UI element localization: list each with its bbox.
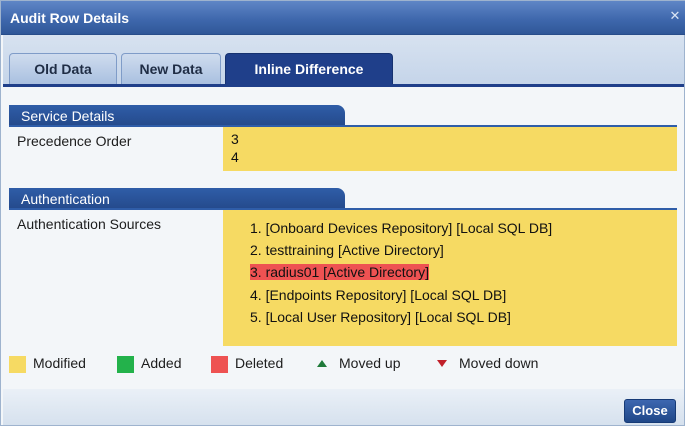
deleted-swatch [211,356,228,373]
moved-up-arrow-icon [317,360,327,367]
diff-legend: Modified Added Deleted Moved up Moved do… [9,353,609,375]
deleted-highlight: 3. radius01 [Active Directory] [250,264,429,280]
dialog-title: Audit Row Details [10,10,130,26]
moved-down-arrow-icon [437,360,447,367]
legend-added-label: Added [141,355,182,371]
auth-source-item: 5. [Local User Repository] [Local SQL DB… [250,309,511,325]
tab-new-data[interactable]: New Data [121,53,221,84]
precedence-order-value: 3 4 [223,127,677,171]
dialog-footer: Close [3,389,684,425]
legend-moved-up-label: Moved up [339,355,401,371]
modified-swatch [9,356,26,373]
legend-moved-down-label: Moved down [459,355,539,371]
tab-old-data[interactable]: Old Data [9,53,117,84]
auth-source-item: 4. [Endpoints Repository] [Local SQL DB] [250,287,507,303]
auth-source-item: 1. [Onboard Devices Repository] [Local S… [250,220,553,236]
legend-modified-label: Modified [33,355,86,371]
precedence-order-label: Precedence Order [17,133,132,149]
close-icon[interactable]: ✕ [668,9,682,25]
service-details-header: Service Details [9,105,345,127]
authentication-header: Authentication [9,188,345,210]
authentication-section: Authentication Authentication Sources 1.… [9,188,677,348]
audit-row-details-dialog: Audit Row Details ✕ Old Data New Data In… [0,0,685,426]
tab-underline [3,84,684,87]
precedence-new-value: 4 [231,149,239,165]
authentication-sources-label: Authentication Sources [17,216,161,232]
auth-source-item-deleted: 3. radius01 [Active Directory] [250,264,429,280]
added-swatch [117,356,134,373]
auth-source-item: 2. testtraining [Active Directory] [250,242,444,258]
legend-deleted-label: Deleted [235,355,284,371]
service-details-section: Service Details Precedence Order 3 4 [9,105,677,173]
dialog-titlebar: Audit Row Details ✕ [1,1,685,35]
tab-inline-difference[interactable]: Inline Difference [225,53,393,84]
precedence-old-value: 3 [231,131,239,147]
close-button[interactable]: Close [624,399,676,423]
tab-strip: Old Data New Data Inline Difference [3,35,684,87]
authentication-sources-value: 1. [Onboard Devices Repository] [Local S… [223,210,677,346]
